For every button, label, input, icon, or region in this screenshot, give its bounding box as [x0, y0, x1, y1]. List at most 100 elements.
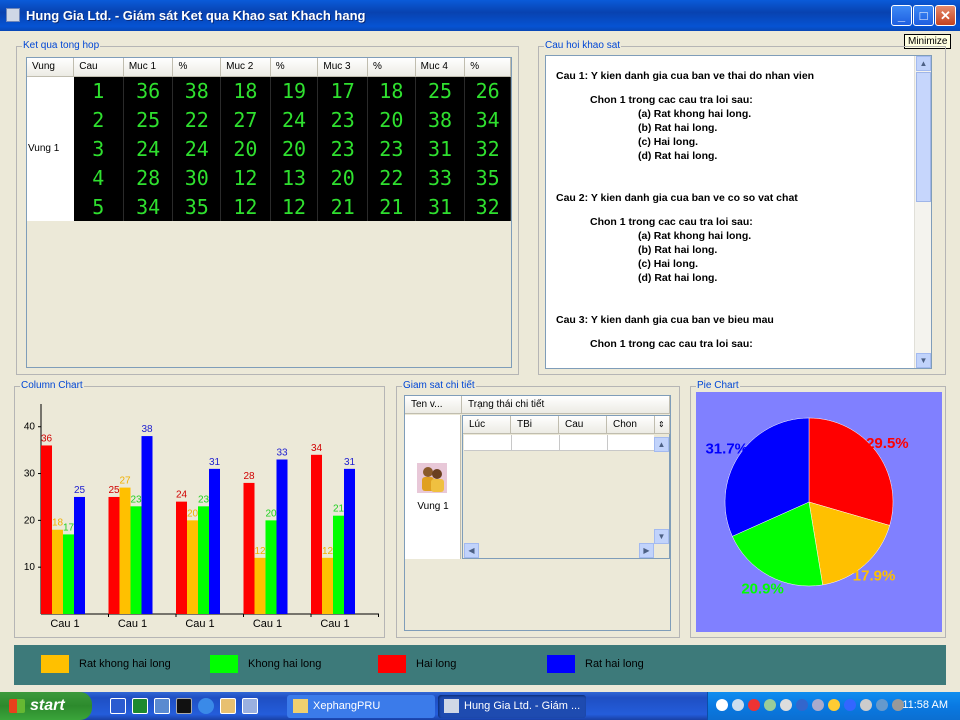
lcd-cell: 31	[415, 134, 466, 163]
minimize-button[interactable]: _	[891, 5, 912, 26]
summary-col-header[interactable]: Muc 4	[415, 58, 466, 77]
folder-icon	[293, 699, 308, 713]
lcd-cell: 21	[367, 192, 416, 221]
bar-1-3	[254, 557, 266, 614]
lcd-cell: 32	[464, 192, 511, 221]
data-label: 34	[311, 443, 323, 454]
detail-col-device[interactable]: TBi	[511, 416, 559, 434]
task-hung-gia[interactable]: Hung Gia Ltd. - Giám ...	[438, 695, 586, 718]
monitor-col-status[interactable]: Trạng thái chi tiết	[462, 396, 670, 414]
tray-icon[interactable]	[716, 699, 728, 711]
bar-2-1	[130, 506, 142, 614]
question-text: (a) Rat khong hai long.	[638, 108, 752, 120]
summary-col-header[interactable]: %	[367, 58, 416, 77]
bar-3-1	[141, 436, 153, 614]
lcd-cell: 20	[220, 134, 271, 163]
questions-scrollbar[interactable]: ▲ ▼	[914, 56, 931, 368]
table-row[interactable]: 4 28 30 12 13 20 22 33 35	[27, 163, 511, 192]
tray-icon[interactable]	[812, 699, 824, 711]
summary-col-header[interactable]: Vung	[27, 58, 75, 77]
monitor-panel-title: Giam sat chi tiết	[402, 380, 476, 391]
close-button[interactable]: ✕	[935, 5, 956, 26]
lcd-cell: 13	[270, 163, 319, 192]
pie-label-2: 20.9%	[741, 580, 784, 597]
legend-swatch	[41, 655, 69, 673]
summary-col-header[interactable]: %	[464, 58, 511, 77]
detail-col-question[interactable]: Cau	[559, 416, 607, 434]
region-cell[interactable]: Vung 1	[27, 76, 74, 221]
summary-col-header[interactable]: Muc 3	[317, 58, 369, 77]
summary-col-header[interactable]: Muc 2	[220, 58, 271, 77]
legend-label: Khong hai long	[248, 658, 322, 670]
questions-textbox[interactable]: Cau 1: Y kien danh gia cua ban ve thai d…	[545, 55, 932, 369]
data-label: 27	[119, 476, 131, 487]
x-tick-label: Cau 1	[320, 618, 349, 630]
tray-icon[interactable]	[764, 699, 776, 711]
data-label: 25	[74, 485, 86, 496]
internet-explorer-icon[interactable]	[198, 698, 214, 714]
word-icon[interactable]	[110, 698, 126, 714]
detail-table: Lúc TBi Cau Chon ⇕ ▲ ▼ ◀ ▶	[462, 415, 670, 559]
tray-icon[interactable]	[796, 699, 808, 711]
lcd-cell: 38	[172, 76, 222, 105]
app-quicklaunch-icon[interactable]	[154, 698, 170, 714]
desktop-icon[interactable]	[220, 698, 236, 714]
table-row[interactable]: 5 34 35 12 12 21 21 31 32	[27, 192, 511, 221]
detail-scroll-left-icon[interactable]: ◀	[464, 543, 479, 558]
maximize-button[interactable]: □	[913, 5, 934, 26]
detail-empty-row[interactable]	[464, 435, 654, 451]
lcd-cell: 2	[73, 105, 124, 134]
quicklaunch-icon[interactable]	[242, 698, 258, 714]
detail-scroll-right-icon[interactable]: ▶	[639, 543, 654, 558]
detail-col-time[interactable]: Lúc	[463, 416, 511, 434]
data-label: 23	[130, 494, 142, 505]
monitor-region-cell[interactable]: Vung 1	[405, 415, 461, 559]
detail-col-choice[interactable]: Chon	[607, 416, 655, 434]
data-label: 18	[52, 518, 64, 529]
question-text: (b) Rat hai long.	[638, 122, 718, 134]
task-xephangpru[interactable]: XephangPRU	[287, 695, 435, 718]
table-row[interactable]: 3 24 24 20 20 23 23 31 32	[27, 134, 511, 163]
start-button[interactable]: start	[0, 692, 92, 720]
excel-icon[interactable]	[132, 698, 148, 714]
tray-icon[interactable]	[860, 699, 872, 711]
detail-scroll-down-icon[interactable]: ▼	[654, 529, 669, 544]
data-label: 20	[265, 508, 277, 519]
bar-0-3	[243, 482, 255, 614]
tray-icon[interactable]	[748, 699, 760, 711]
summary-col-header[interactable]: %	[270, 58, 319, 77]
bar-1-2	[187, 520, 198, 614]
scroll-down-arrow-icon[interactable]: ▼	[916, 353, 931, 368]
legend-label: Hai long	[416, 658, 457, 670]
monitor-col-name[interactable]: Ten v...	[405, 396, 462, 414]
y-tick-label: 10	[24, 562, 36, 573]
detail-scroll-up-icon[interactable]: ▲	[654, 437, 669, 452]
summary-col-header[interactable]: Muc 1	[123, 58, 174, 77]
summary-col-header[interactable]: %	[172, 58, 222, 77]
scroll-up-arrow-icon[interactable]: ▲	[916, 56, 931, 71]
column-picker-icon[interactable]: ⇕	[655, 416, 670, 434]
summary-panel-title: Ket qua tong hop	[22, 40, 101, 51]
legend-swatch	[210, 655, 238, 673]
tray-icon[interactable]	[828, 699, 840, 711]
tray-icon[interactable]	[732, 699, 744, 711]
table-row[interactable]: 2 25 22 27 24 23 20 38 34	[27, 105, 511, 134]
tray-icon[interactable]	[844, 699, 856, 711]
lcd-cell: 25	[123, 105, 174, 134]
lcd-cell: 12	[220, 163, 271, 192]
summary-col-header[interactable]: Cau	[73, 58, 124, 77]
tray-icon[interactable]	[780, 699, 792, 711]
tray-icon[interactable]	[876, 699, 888, 711]
question-text: Chon 1 trong cac cau tra loi sau:	[590, 216, 753, 228]
data-label: 12	[254, 546, 266, 557]
command-prompt-icon[interactable]	[176, 698, 192, 714]
windows-logo-icon	[9, 699, 25, 713]
scroll-thumb[interactable]	[916, 72, 931, 202]
lcd-cell: 5	[73, 192, 124, 221]
bar-0-4	[311, 454, 322, 614]
question-text: (c) Hai long.	[638, 258, 699, 270]
data-label: 21	[333, 504, 345, 515]
table-row[interactable]: Vung 1 1 36 38 18 19 17 18 25 26	[27, 76, 511, 221]
lcd-cell: 1	[73, 76, 124, 105]
lcd-cell: 18	[220, 76, 271, 105]
